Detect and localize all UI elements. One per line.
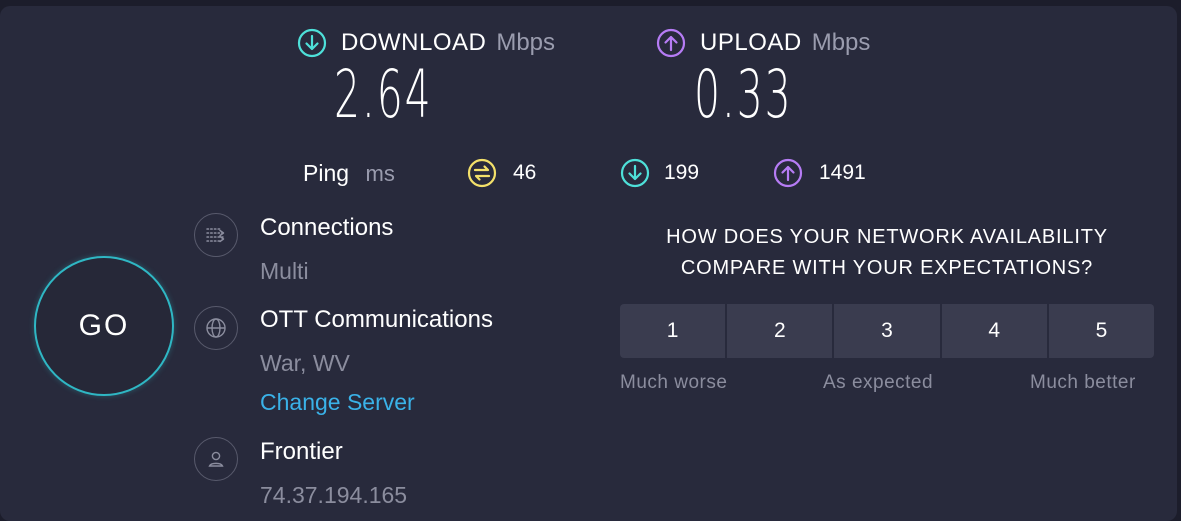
- upload-unit: Mbps: [811, 29, 871, 56]
- rating-label-low: Much worse: [620, 372, 728, 393]
- go-button-label: GO: [78, 309, 130, 342]
- ping-label-group: Ping ms: [303, 160, 395, 187]
- rating-label-mid: As expected: [823, 372, 934, 393]
- connections-icon: [194, 213, 238, 257]
- download-arrow-icon: [297, 28, 327, 58]
- provider-name: Frontier: [260, 438, 343, 465]
- provider-ip: 74.37.194.165: [260, 482, 408, 508]
- globe-icon: [194, 306, 238, 350]
- upload-header: UPLOAD Mbps: [656, 27, 870, 59]
- connections-title: Connections: [260, 214, 394, 241]
- ping-idle: 46: [467, 158, 536, 188]
- rating-button-5[interactable]: 5: [1046, 304, 1154, 358]
- rating-button-1[interactable]: 1: [620, 304, 726, 358]
- ping-download: 199: [620, 158, 699, 188]
- ping-idle-value: 46: [513, 161, 537, 184]
- upload-speed-value: 0.33: [694, 56, 793, 133]
- ping-upload-value: 1491: [819, 161, 866, 184]
- download-speed-value: 2.64: [334, 56, 433, 133]
- rating-button-4[interactable]: 4: [939, 304, 1047, 358]
- upload-arrow-icon: [656, 28, 686, 58]
- survey-question-line1: HOW DOES YOUR NETWORK AVAILABILITY: [666, 226, 1108, 248]
- download-title: DOWNLOAD: [341, 29, 487, 56]
- rating-label-high: Much better: [1030, 372, 1136, 393]
- download-header: DOWNLOAD Mbps: [297, 27, 555, 59]
- server-name: OTT Communications: [260, 306, 493, 333]
- ping-upload-icon: [773, 158, 803, 188]
- ping-upload: 1491: [773, 158, 866, 188]
- server-location: War, WV: [260, 350, 350, 376]
- change-server-link[interactable]: Change Server: [260, 389, 415, 416]
- connections-value: Multi: [260, 258, 309, 284]
- ping-unit: ms: [365, 161, 395, 186]
- ping-idle-icon: [467, 158, 497, 188]
- rating-button-3[interactable]: 3: [832, 304, 940, 358]
- survey-question-line2: COMPARE WITH YOUR EXPECTATIONS?: [680, 257, 1094, 279]
- survey-question: HOW DOES YOUR NETWORK AVAILABILITY COMPA…: [612, 222, 1162, 284]
- user-icon: [194, 437, 238, 481]
- download-unit: Mbps: [496, 29, 556, 56]
- ping-download-icon: [620, 158, 650, 188]
- upload-title: UPLOAD: [700, 29, 802, 56]
- rating-bar: 1 2 3 4 5: [620, 304, 1154, 358]
- ping-label: Ping: [303, 160, 350, 186]
- ping-download-value: 199: [664, 161, 700, 184]
- rating-button-2[interactable]: 2: [725, 304, 833, 358]
- go-button[interactable]: GO: [34, 256, 174, 396]
